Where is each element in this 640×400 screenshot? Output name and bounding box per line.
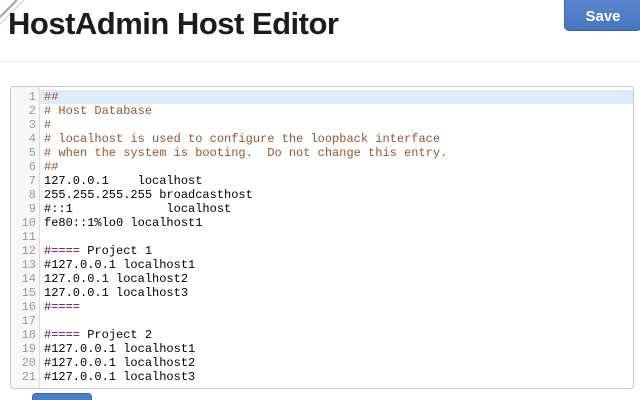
line-number: 19 [21, 342, 36, 356]
code-line[interactable]: #==== Project 1 [40, 244, 633, 258]
code-line[interactable]: #127.0.0.1 localhost1 [40, 342, 633, 356]
code-line[interactable]: # Host Database [40, 104, 633, 118]
code-token-plain: 127.0.0.1 localhost3 [44, 286, 189, 300]
code-token-delim: #==== [44, 328, 81, 342]
line-number: 6 [28, 160, 36, 174]
code-token-plain: #127.0.0.1 localhost2 [44, 356, 196, 370]
host-file-editor[interactable]: 1 2 3 4 5 6 7 8 9 10 11 12 13 14 15 16 17 18 19 20 21 ## # Ho… [10, 86, 634, 389]
code-line[interactable]: #127.0.0.1 localhost3 [40, 370, 633, 384]
code-token-comment: # Host Database [44, 104, 153, 118]
line-number: 2 [28, 104, 36, 118]
partial-button-bottom[interactable] [32, 393, 92, 400]
save-button[interactable]: Save [564, 0, 640, 31]
line-number: 13 [21, 258, 36, 272]
code-line[interactable]: #::1 localhost [40, 202, 633, 216]
code-token-plain: #::1 localhost [44, 202, 232, 216]
code-token-plain: fe80::1%lo0 localhost1 [44, 216, 203, 230]
line-number: 5 [28, 146, 36, 160]
code-token-comment: # localhost is used to configure the loo… [44, 132, 441, 146]
code-line[interactable]: #==== [40, 300, 633, 314]
line-number: 4 [28, 132, 36, 146]
code-line[interactable]: # localhost is used to configure the loo… [40, 132, 633, 146]
line-number: 10 [21, 216, 36, 230]
code-token-plain: #127.0.0.1 localhost3 [44, 370, 196, 384]
code-token-plain: Project 1 [80, 244, 153, 258]
code-token-comment: # when the system is booting. Do not cha… [44, 146, 448, 160]
page-title: HostAdmin Host Editor [8, 6, 339, 41]
page: { "header": { "title": "HostAdmin Host E… [0, 0, 640, 400]
line-number: 1 [28, 90, 36, 104]
line-number: 18 [21, 328, 36, 342]
code-line[interactable]: ## [40, 90, 633, 104]
code-line[interactable]: #127.0.0.1 localhost1 [40, 258, 633, 272]
line-number: 16 [21, 300, 36, 314]
code-token-plain: 127.0.0.1 localhost2 [44, 272, 189, 286]
code-line[interactable]: #127.0.0.1 localhost2 [40, 356, 633, 370]
code-line[interactable]: #==== Project 2 [40, 328, 633, 342]
code-line[interactable]: ## [40, 160, 633, 174]
editor-lines[interactable]: ## # Host Database # # localhost is used to… [40, 87, 633, 388]
line-number: 12 [21, 244, 36, 258]
line-number: 8 [28, 188, 36, 202]
line-number: 11 [21, 230, 36, 244]
line-number: 20 [21, 356, 36, 370]
line-number: 14 [21, 272, 36, 286]
code-line[interactable]: 255.255.255.255 broadcasthost [40, 188, 633, 202]
code-token-delim: #==== [44, 300, 81, 314]
code-token-delim: #==== [44, 244, 81, 258]
code-token-comment: ## [44, 160, 59, 174]
code-line[interactable]: fe80::1%lo0 localhost1 [40, 216, 633, 230]
code-token-plain: #127.0.0.1 localhost1 [44, 258, 196, 272]
code-token-plain: 255.255.255.255 broadcasthost [44, 188, 253, 202]
line-number: 21 [21, 370, 36, 384]
code-token-comment: ## [44, 90, 59, 104]
code-token-comment: # [44, 118, 52, 132]
editor-gutter: 1 2 3 4 5 6 7 8 9 10 11 12 13 14 15 16 17 18 19 20 21 [11, 87, 40, 388]
header-divider [0, 61, 640, 62]
code-line[interactable]: 127.0.0.1 localhost [40, 174, 633, 188]
code-line[interactable]: # when the system is booting. Do not cha… [40, 146, 633, 160]
line-number: 9 [28, 202, 36, 216]
code-line[interactable] [40, 314, 633, 328]
code-line[interactable]: 127.0.0.1 localhost3 [40, 286, 633, 300]
line-number: 15 [21, 286, 36, 300]
code-line[interactable] [40, 230, 633, 244]
code-token-plain: #127.0.0.1 localhost1 [44, 342, 196, 356]
line-number: 3 [28, 118, 36, 132]
line-number: 7 [28, 174, 36, 188]
code-line[interactable]: # [40, 118, 633, 132]
line-number: 17 [21, 314, 36, 328]
code-token-plain: 127.0.0.1 localhost [44, 174, 203, 188]
code-line[interactable]: 127.0.0.1 localhost2 [40, 272, 633, 286]
code-token-plain: Project 2 [80, 328, 153, 342]
